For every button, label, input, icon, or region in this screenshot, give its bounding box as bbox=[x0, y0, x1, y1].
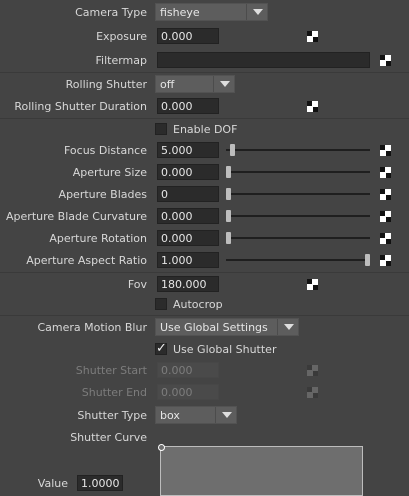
aperture-blade-curvature-field[interactable]: 0.000 bbox=[157, 208, 219, 224]
aperture-rotation-label: Aperture Rotation bbox=[49, 232, 147, 245]
shutter-end-label: Shutter End bbox=[81, 386, 147, 399]
enable-dof-row: Enable DOF bbox=[0, 120, 409, 140]
fov-label: Fov bbox=[127, 278, 147, 291]
filtermap-row: Filtermap bbox=[0, 51, 409, 71]
camera-type-dropdown[interactable]: fisheye bbox=[155, 3, 268, 21]
aperture-blades-row: Aperture Blades 0 bbox=[0, 185, 409, 205]
shutter-type-value: box bbox=[160, 409, 180, 422]
camera-motion-blur-label: Camera Motion Blur bbox=[37, 321, 147, 334]
divider bbox=[0, 118, 409, 119]
map-button-icon[interactable] bbox=[380, 167, 391, 178]
camera-motion-blur-dropdown[interactable]: Use Global Settings bbox=[155, 318, 299, 336]
curve-value-label: Value bbox=[37, 477, 68, 490]
map-button-icon[interactable] bbox=[307, 101, 318, 112]
map-button-icon bbox=[307, 365, 318, 376]
aperture-blades-field[interactable]: 0 bbox=[157, 186, 219, 202]
rolling-shutter-label: Rolling Shutter bbox=[65, 78, 147, 91]
use-global-shutter-label: Use Global Shutter bbox=[173, 343, 277, 356]
aperture-size-field[interactable]: 0.000 bbox=[157, 164, 219, 180]
exposure-row: Exposure 0.000 bbox=[0, 27, 409, 47]
autocrop-row: Autocrop bbox=[0, 295, 409, 315]
rolling-shutter-dropdown[interactable]: off bbox=[155, 75, 235, 93]
filtermap-field[interactable] bbox=[157, 52, 370, 68]
fov-field[interactable]: 180.000 bbox=[157, 276, 219, 292]
curve-value-field[interactable]: 1.0000 bbox=[77, 475, 123, 491]
aperture-aspect-ratio-row: Aperture Aspect Ratio 1.000 bbox=[0, 251, 409, 271]
chevron-down-icon[interactable] bbox=[277, 319, 298, 335]
aperture-size-slider-track[interactable] bbox=[226, 171, 370, 173]
curve-value-row: Value 1.0000 bbox=[0, 474, 409, 494]
rolling-shutter-duration-row: Rolling Shutter Duration 0.000 bbox=[0, 97, 409, 117]
map-button-icon[interactable] bbox=[380, 211, 391, 222]
chevron-down-icon[interactable] bbox=[215, 407, 236, 423]
exposure-label: Exposure bbox=[96, 30, 147, 43]
aperture-blades-label: Aperture Blades bbox=[58, 188, 147, 201]
use-global-shutter-row: Use Global Shutter bbox=[0, 340, 409, 360]
chevron-down-icon[interactable] bbox=[213, 76, 234, 92]
divider bbox=[0, 72, 409, 73]
aperture-rotation-slider-thumb[interactable] bbox=[226, 232, 231, 244]
shutter-curve-row: Shutter Curve bbox=[0, 428, 409, 448]
aperture-blade-curvature-label: Aperture Blade Curvature bbox=[6, 210, 147, 223]
rolling-shutter-row: Rolling Shutter off bbox=[0, 75, 409, 95]
map-button-icon[interactable] bbox=[307, 279, 318, 290]
aperture-aspect-ratio-slider-track[interactable] bbox=[226, 259, 370, 261]
filtermap-label: Filtermap bbox=[95, 54, 148, 67]
aperture-rotation-row: Aperture Rotation 0.000 bbox=[0, 229, 409, 249]
camera-motion-blur-row: Camera Motion Blur Use Global Settings bbox=[0, 318, 409, 338]
map-button-icon bbox=[307, 387, 318, 398]
focus-distance-slider-thumb[interactable] bbox=[230, 144, 236, 156]
enable-dof-label: Enable DOF bbox=[173, 123, 238, 136]
map-button-icon[interactable] bbox=[380, 145, 391, 156]
shutter-start-row: Shutter Start 0.000 bbox=[0, 361, 409, 381]
map-button-icon[interactable] bbox=[380, 233, 391, 244]
aperture-rotation-field[interactable]: 0.000 bbox=[157, 230, 219, 246]
shutter-type-label: Shutter Type bbox=[77, 409, 147, 422]
aperture-aspect-ratio-label: Aperture Aspect Ratio bbox=[26, 254, 147, 267]
map-button-icon[interactable] bbox=[380, 189, 391, 200]
focus-distance-label: Focus Distance bbox=[63, 144, 147, 157]
shutter-end-field: 0.000 bbox=[157, 384, 219, 400]
shutter-type-dropdown[interactable]: box bbox=[155, 406, 237, 424]
shutter-start-label: Shutter Start bbox=[75, 364, 147, 377]
shutter-curve-label: Shutter Curve bbox=[70, 431, 147, 444]
shutter-start-field: 0.000 bbox=[157, 362, 219, 378]
shutter-end-row: Shutter End 0.000 bbox=[0, 383, 409, 403]
aperture-aspect-ratio-field[interactable]: 1.000 bbox=[157, 252, 219, 268]
aperture-size-label: Aperture Size bbox=[72, 166, 147, 179]
aperture-rotation-slider-track[interactable] bbox=[226, 237, 370, 239]
aperture-blades-slider-track[interactable] bbox=[226, 193, 370, 195]
rolling-shutter-duration-label: Rolling Shutter Duration bbox=[14, 100, 147, 113]
map-button-icon[interactable] bbox=[380, 255, 391, 266]
aperture-blades-slider-thumb[interactable] bbox=[226, 188, 231, 200]
fov-row: Fov 180.000 bbox=[0, 275, 409, 295]
camera-type-value: fisheye bbox=[160, 6, 200, 19]
camera-type-row: Camera Type fisheye bbox=[0, 3, 409, 23]
camera-motion-blur-value: Use Global Settings bbox=[160, 321, 268, 334]
aperture-blade-curvature-row: Aperture Blade Curvature 0.000 bbox=[0, 207, 409, 227]
autocrop-label: Autocrop bbox=[173, 298, 223, 311]
curve-point[interactable] bbox=[158, 444, 165, 451]
aperture-size-slider-thumb[interactable] bbox=[226, 166, 231, 178]
camera-type-label: Camera Type bbox=[75, 6, 147, 19]
focus-distance-row: Focus Distance 5.000 bbox=[0, 141, 409, 161]
divider bbox=[0, 272, 409, 273]
aperture-size-row: Aperture Size 0.000 bbox=[0, 163, 409, 183]
use-global-shutter-checkbox[interactable] bbox=[155, 341, 167, 356]
focus-distance-slider-track[interactable] bbox=[226, 149, 370, 151]
rolling-shutter-duration-field[interactable]: 0.000 bbox=[157, 98, 219, 114]
aperture-aspect-ratio-slider-thumb[interactable] bbox=[365, 254, 370, 266]
divider bbox=[0, 315, 409, 316]
enable-dof-checkbox[interactable] bbox=[155, 123, 167, 135]
focus-distance-field[interactable]: 5.000 bbox=[157, 142, 219, 158]
exposure-field[interactable]: 0.000 bbox=[157, 28, 219, 44]
aperture-blade-curvature-slider-thumb[interactable] bbox=[226, 210, 231, 222]
aperture-blade-curvature-slider-track[interactable] bbox=[226, 215, 370, 217]
map-button-icon[interactable] bbox=[380, 55, 391, 66]
chevron-down-icon[interactable] bbox=[246, 4, 267, 20]
autocrop-checkbox[interactable] bbox=[155, 298, 167, 310]
rolling-shutter-value: off bbox=[160, 78, 175, 91]
map-button-icon[interactable] bbox=[307, 31, 318, 42]
shutter-type-row: Shutter Type box bbox=[0, 406, 409, 426]
